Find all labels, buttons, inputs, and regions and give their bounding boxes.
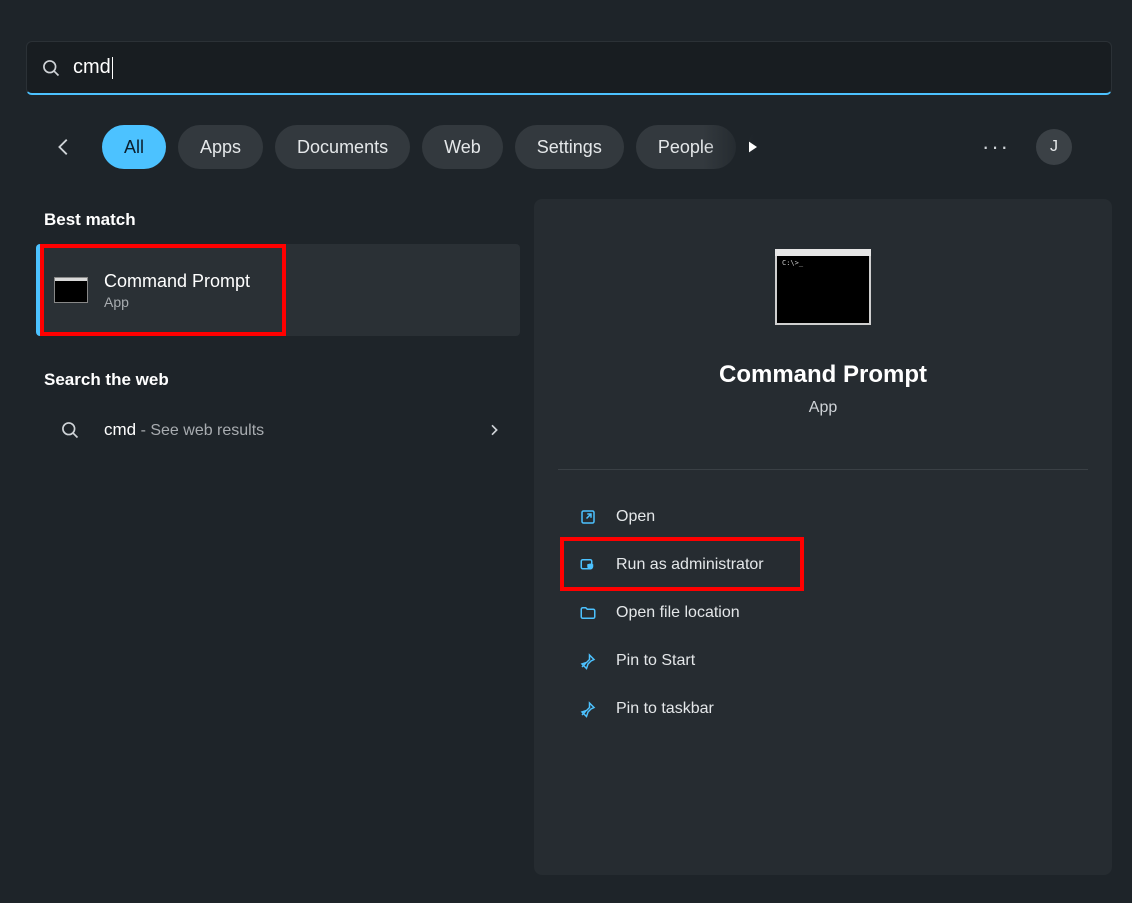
action-open[interactable]: Open: [564, 493, 1082, 541]
search-web-header: Search the web: [44, 370, 520, 390]
avatar[interactable]: J: [1036, 129, 1072, 165]
search-web-label: cmd - See web results: [104, 420, 264, 440]
filter-scroll-right[interactable]: [703, 125, 767, 169]
cmd-icon: [54, 277, 88, 303]
search-web-row[interactable]: cmd - See web results: [36, 404, 520, 456]
text-caret: [112, 57, 113, 79]
divider: [558, 469, 1088, 470]
best-match-header: Best match: [44, 210, 520, 230]
back-button[interactable]: [44, 127, 84, 167]
open-icon: [578, 508, 598, 526]
action-pin-start-label: Pin to Start: [616, 652, 695, 670]
search-web-query: cmd: [104, 420, 136, 439]
preview-subtitle: App: [534, 399, 1112, 417]
action-pin-taskbar-label: Pin to taskbar: [616, 700, 714, 718]
search-icon: [60, 420, 80, 440]
best-match-title: Command Prompt: [104, 271, 250, 292]
filter-apps[interactable]: Apps: [178, 125, 263, 169]
chevron-right-icon: [486, 422, 502, 438]
action-pin-taskbar[interactable]: Pin to taskbar: [564, 685, 1082, 733]
best-match-result[interactable]: Command Prompt App: [36, 244, 520, 336]
filter-all[interactable]: All: [102, 125, 166, 169]
best-match-text: Command Prompt App: [104, 271, 250, 310]
filter-pills: All Apps Documents Web Settings People F…: [102, 125, 767, 169]
filter-row: All Apps Documents Web Settings People F…: [44, 125, 1112, 169]
action-run-admin[interactable]: Run as administrator: [564, 541, 1082, 589]
preview-actions: Open Run as administrator Open file loca…: [564, 493, 1082, 733]
search-bar[interactable]: cmd: [26, 41, 1112, 95]
filter-web[interactable]: Web: [422, 125, 503, 169]
action-open-label: Open: [616, 508, 655, 526]
search-input[interactable]: cmd: [73, 56, 111, 79]
best-match-subtitle: App: [104, 294, 250, 310]
cmd-preview-icon: [775, 249, 871, 325]
preview-card: Command Prompt App Open Run as administr…: [534, 199, 1112, 875]
pin-icon: [578, 652, 598, 670]
action-open-location[interactable]: Open file location: [564, 589, 1082, 637]
results-left: Best match Command Prompt App Search the…: [36, 210, 520, 456]
search-icon: [41, 58, 61, 78]
admin-shield-icon: [578, 556, 598, 574]
action-pin-start[interactable]: Pin to Start: [564, 637, 1082, 685]
filter-settings[interactable]: Settings: [515, 125, 624, 169]
action-open-location-label: Open file location: [616, 604, 740, 622]
action-run-admin-label: Run as administrator: [616, 556, 764, 574]
pin-icon: [578, 700, 598, 718]
filter-documents[interactable]: Documents: [275, 125, 410, 169]
search-web-suffix: - See web results: [136, 422, 264, 439]
overflow-button[interactable]: ···: [976, 125, 1016, 169]
folder-icon: [578, 604, 598, 622]
preview-title: Command Prompt: [534, 361, 1112, 389]
